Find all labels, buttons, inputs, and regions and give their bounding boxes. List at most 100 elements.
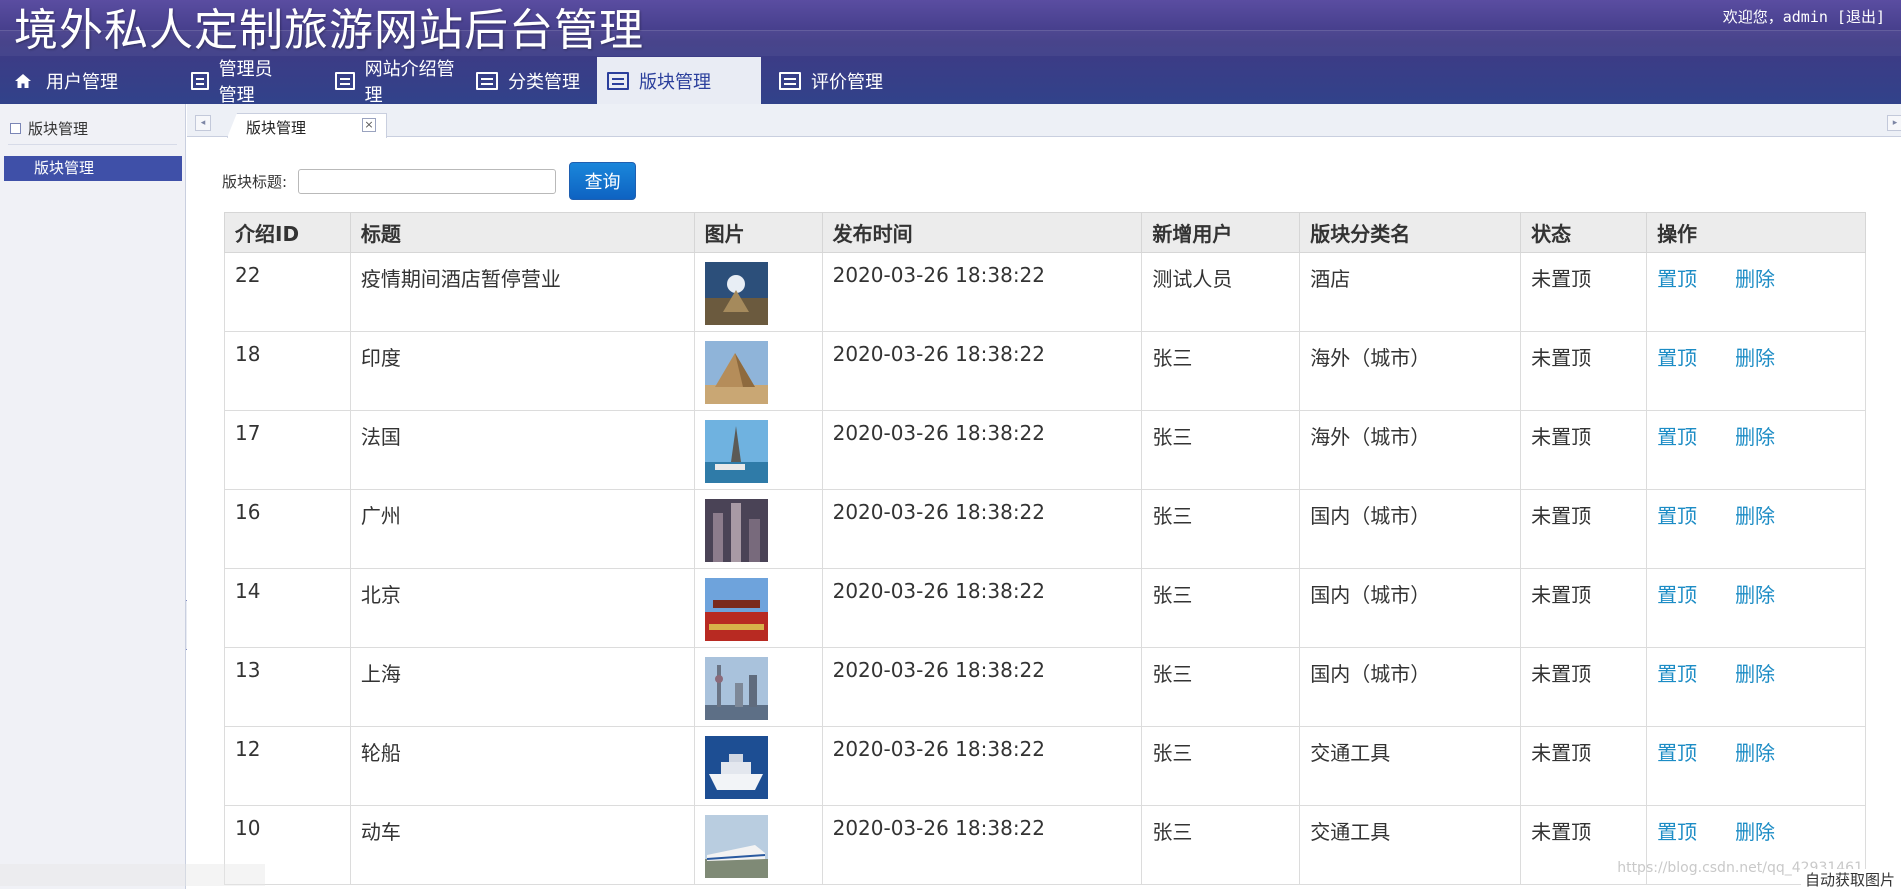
cell-category: 交通工具 bbox=[1299, 726, 1522, 806]
table-row: 18 印度 2020-03-26 18:38:22 张三 海外（城市） 未置顶 … bbox=[224, 331, 1866, 411]
cell-id: 22 bbox=[224, 252, 351, 332]
cell-category: 海外（城市） bbox=[1299, 410, 1522, 490]
cell-category: 海外（城市） bbox=[1299, 331, 1522, 411]
cell-category: 交通工具 bbox=[1299, 805, 1522, 885]
cell-time: 2020-03-26 18:38:22 bbox=[821, 489, 1143, 569]
delete-link[interactable]: 删除 bbox=[1735, 425, 1775, 449]
cell-time: 2020-03-26 18:38:22 bbox=[821, 568, 1143, 648]
cell-image bbox=[693, 726, 823, 806]
pin-top-link[interactable]: 置顶 bbox=[1657, 504, 1697, 528]
nav-section-management[interactable]: 版块管理 bbox=[597, 57, 761, 104]
sidebar-item-section-management[interactable]: 版块管理 bbox=[4, 156, 182, 181]
nav-label: 分类管理 bbox=[508, 71, 580, 93]
tab-label: 版块管理 bbox=[246, 119, 307, 137]
thumbnail-image[interactable] bbox=[704, 736, 768, 799]
cell-actions: 置顶 删除 bbox=[1646, 410, 1866, 490]
nav-site-intro-management[interactable]: 网站介绍管理 bbox=[287, 57, 458, 106]
table-row: 17 法国 2020-03-26 18:38:22 张三 海外（城市） 未置顶 … bbox=[224, 410, 1866, 490]
close-icon[interactable]: × bbox=[362, 118, 376, 132]
auto-fetch-image-label: 自动获取图片 bbox=[1800, 869, 1899, 889]
sidebar-heading[interactable]: 版块管理 bbox=[10, 118, 88, 139]
pin-top-link[interactable]: 置顶 bbox=[1657, 267, 1697, 291]
thumbnail-image[interactable] bbox=[704, 815, 768, 878]
cell-id: 18 bbox=[224, 331, 351, 411]
col-header-status: 状态 bbox=[1520, 212, 1648, 253]
cell-status: 未置顶 bbox=[1520, 568, 1648, 648]
cell-title: 法国 bbox=[349, 410, 695, 490]
cell-title: 印度 bbox=[349, 331, 695, 411]
section-title-input[interactable] bbox=[298, 168, 557, 194]
cell-title: 疫情期间酒店暂停营业 bbox=[349, 252, 695, 332]
nav-label: 网站介绍管理 bbox=[364, 58, 455, 106]
cell-id: 16 bbox=[224, 489, 351, 569]
list-icon bbox=[191, 71, 209, 90]
pin-top-link[interactable]: 置顶 bbox=[1657, 425, 1697, 449]
delete-link[interactable]: 删除 bbox=[1735, 346, 1775, 370]
tab-scroll-right-icon[interactable]: ▸ bbox=[1887, 115, 1901, 131]
tab-scroll-left-icon[interactable]: ◂ bbox=[195, 115, 211, 131]
search-label: 版块标题: bbox=[222, 172, 288, 191]
query-button[interactable]: 查询 bbox=[569, 162, 637, 200]
nav-user-management[interactable]: 用户管理 bbox=[0, 57, 145, 104]
status-strip bbox=[0, 864, 265, 886]
delete-link[interactable]: 删除 bbox=[1735, 583, 1775, 607]
welcome-text[interactable]: 欢迎您，admin [退出] bbox=[1723, 6, 1885, 27]
cell-image bbox=[693, 568, 823, 648]
table-row: 14 北京 2020-03-26 18:38:22 张三 国内（城市） 未置顶 … bbox=[224, 568, 1866, 648]
table-row: 12 轮船 2020-03-26 18:38:22 张三 交通工具 未置顶 置顶… bbox=[224, 726, 1866, 806]
nav-category-management[interactable]: 分类管理 bbox=[458, 57, 597, 104]
cell-category: 国内（城市） bbox=[1299, 568, 1522, 648]
cell-actions: 置顶 删除 bbox=[1646, 489, 1866, 569]
nav-review-management[interactable]: 评价管理 bbox=[761, 57, 911, 104]
pin-top-link[interactable]: 置顶 bbox=[1657, 583, 1697, 607]
thumbnail-image[interactable] bbox=[704, 262, 768, 325]
app-header: 境外私人定制旅游网站后台管理 欢迎您，admin [退出] 用户管理 管理员管理… bbox=[0, 0, 1901, 106]
thumbnail-image[interactable] bbox=[704, 499, 768, 562]
cell-status: 未置顶 bbox=[1520, 252, 1648, 332]
nav-label: 用户管理 bbox=[46, 71, 118, 93]
delete-link[interactable]: 删除 bbox=[1735, 662, 1775, 686]
cell-actions: 置顶 删除 bbox=[1646, 331, 1866, 411]
tab-section-management[interactable]: 版块管理 × bbox=[227, 113, 387, 138]
cell-status: 未置顶 bbox=[1520, 726, 1648, 806]
table-row: 22 疫情期间酒店暂停营业 2020-03-26 18:38:22 测试人员 酒… bbox=[224, 252, 1866, 332]
col-header-image: 图片 bbox=[693, 212, 823, 253]
sidebar-divider bbox=[8, 144, 177, 145]
pin-top-link[interactable]: 置顶 bbox=[1657, 346, 1697, 370]
thumbnail-image[interactable] bbox=[704, 578, 768, 641]
cell-time: 2020-03-26 18:38:22 bbox=[821, 805, 1143, 885]
delete-link[interactable]: 删除 bbox=[1735, 504, 1775, 528]
cell-actions: 置顶 删除 bbox=[1646, 726, 1866, 806]
col-header-user: 新增用户 bbox=[1141, 212, 1301, 253]
col-header-category: 版块分类名 bbox=[1299, 212, 1522, 253]
section-table: 介绍ID 标题 图片 发布时间 新增用户 版块分类名 状态 操作 22 疫情期间… bbox=[224, 212, 1866, 885]
cell-category: 国内（城市） bbox=[1299, 489, 1522, 569]
thumbnail-image[interactable] bbox=[704, 420, 768, 483]
nav-label: 评价管理 bbox=[811, 71, 883, 93]
tab-strip: ◂ 版块管理 × ▸ bbox=[187, 104, 1901, 138]
top-nav: 用户管理 管理员管理 网站介绍管理 分类管理 版块管理 评价管理 bbox=[0, 57, 1901, 106]
app-title: 境外私人定制旅游网站后台管理 bbox=[14, 5, 644, 56]
cell-actions: 置顶 删除 bbox=[1646, 568, 1866, 648]
delete-link[interactable]: 删除 bbox=[1735, 741, 1775, 765]
cell-image bbox=[693, 489, 823, 569]
cell-id: 12 bbox=[224, 726, 351, 806]
thumbnail-image[interactable] bbox=[704, 341, 768, 404]
cell-time: 2020-03-26 18:38:22 bbox=[821, 252, 1143, 332]
pin-top-link[interactable]: 置顶 bbox=[1657, 662, 1697, 686]
pin-top-link[interactable]: 置顶 bbox=[1657, 741, 1697, 765]
pin-top-link[interactable]: 置顶 bbox=[1657, 820, 1697, 844]
sidebar-heading-label: 版块管理 bbox=[28, 120, 89, 138]
nav-admin-management[interactable]: 管理员管理 bbox=[145, 57, 287, 106]
delete-link[interactable]: 删除 bbox=[1735, 267, 1775, 291]
cell-time: 2020-03-26 18:38:22 bbox=[821, 726, 1143, 806]
main-content: 版块标题: 查询 介绍ID 标题 图片 发布时间 新增用户 版块分类名 状态 操… bbox=[187, 138, 1901, 889]
delete-link[interactable]: 删除 bbox=[1735, 820, 1775, 844]
cell-user: 张三 bbox=[1141, 331, 1301, 411]
cell-user: 张三 bbox=[1141, 647, 1301, 727]
table-row: 16 广州 2020-03-26 18:38:22 张三 国内（城市） 未置顶 … bbox=[224, 489, 1866, 569]
thumbnail-image[interactable] bbox=[704, 657, 768, 720]
cell-status: 未置顶 bbox=[1520, 489, 1648, 569]
cell-status: 未置顶 bbox=[1520, 647, 1648, 727]
col-header-time: 发布时间 bbox=[821, 212, 1143, 253]
